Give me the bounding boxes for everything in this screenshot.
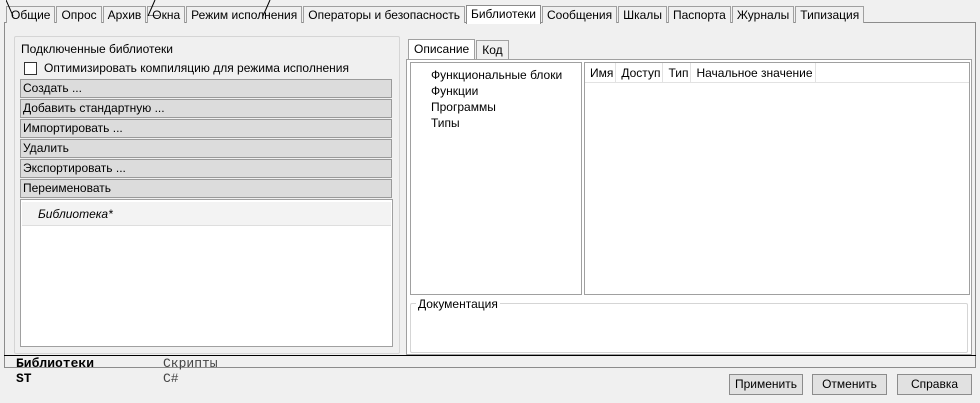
tab-edge-icon bbox=[6, 0, 14, 16]
tab-polling[interactable]: Опрос bbox=[56, 6, 102, 23]
optimize-compilation-option[interactable]: Оптимизировать компиляцию для режима исп… bbox=[24, 61, 349, 75]
tab-libraries[interactable]: Библиотеки bbox=[465, 5, 541, 24]
tab-csharp-scripts[interactable]: Скрипты C# bbox=[163, 356, 218, 386]
tree-item-functions[interactable]: Функции bbox=[431, 83, 581, 99]
tab-code[interactable]: Код bbox=[476, 40, 509, 59]
tree-item-programs[interactable]: Программы bbox=[431, 99, 581, 115]
table-header: Имя Доступ Тип Начальное значение bbox=[585, 63, 969, 83]
tree-item-function-blocks[interactable]: Функциональные блоки bbox=[431, 67, 581, 83]
add-standard-library-button[interactable]: Добавить стандартную ... bbox=[20, 99, 392, 118]
tab-edge-icon bbox=[262, 0, 271, 16]
tab-archive[interactable]: Архив bbox=[102, 6, 147, 23]
rename-library-button[interactable]: Переименовать bbox=[20, 179, 392, 198]
import-library-button[interactable]: Импортировать ... bbox=[20, 119, 392, 138]
tab-runtime-mode[interactable]: Режим исполнения bbox=[186, 6, 303, 23]
tab-passports[interactable]: Паспорта bbox=[667, 6, 731, 23]
help-button[interactable]: Справка bbox=[897, 374, 972, 395]
list-item[interactable]: Библиотека* bbox=[22, 202, 391, 226]
delete-library-button[interactable]: Удалить bbox=[20, 139, 392, 158]
tab-edge-icon bbox=[147, 0, 159, 16]
library-tree[interactable]: Функциональные блоки Функции Программы Т… bbox=[410, 62, 582, 295]
export-library-button[interactable]: Экспортировать ... bbox=[20, 159, 392, 178]
library-list[interactable]: Библиотека* bbox=[20, 199, 393, 347]
top-tab-strip: Общие Опрос Архив Окна Режим исполнения … bbox=[6, 5, 865, 24]
column-header-name[interactable]: Имя bbox=[585, 63, 617, 82]
tab-st-libraries[interactable]: Библиотеки ST bbox=[16, 356, 94, 386]
connected-libraries-title: Подключенные библиотеки bbox=[20, 42, 174, 56]
cancel-button[interactable]: Отменить bbox=[812, 374, 887, 395]
apply-button[interactable]: Применить bbox=[729, 374, 803, 395]
column-header-type[interactable]: Тип bbox=[663, 63, 692, 82]
bottom-tab-divider bbox=[4, 355, 976, 356]
tab-scales[interactable]: Шкалы bbox=[618, 6, 667, 23]
optimize-compilation-label: Оптимизировать компиляцию для режима исп… bbox=[44, 61, 349, 75]
settings-dialog: Общие Опрос Архив Окна Режим исполнения … bbox=[0, 0, 980, 403]
tab-messages[interactable]: Сообщения bbox=[541, 6, 618, 23]
tab-operators-security[interactable]: Операторы и безопасность bbox=[303, 6, 465, 23]
column-header-initial-value[interactable]: Начальное значение bbox=[691, 63, 816, 82]
library-buttons: Создать ... Добавить стандартную ... Имп… bbox=[20, 79, 392, 199]
tab-journals[interactable]: Журналы bbox=[731, 6, 795, 23]
tab-description[interactable]: Описание bbox=[408, 39, 476, 60]
create-library-button[interactable]: Создать ... bbox=[20, 79, 392, 98]
tab-typization[interactable]: Типизация bbox=[795, 6, 865, 23]
column-header-access[interactable]: Доступ bbox=[616, 63, 664, 82]
variables-table[interactable]: Имя Доступ Тип Начальное значение bbox=[584, 62, 970, 295]
tree-item-types[interactable]: Типы bbox=[431, 115, 581, 131]
optimize-compilation-checkbox[interactable] bbox=[24, 61, 37, 75]
right-tab-strip: Описание Код bbox=[408, 39, 510, 61]
documentation-title: Документация bbox=[416, 297, 500, 311]
